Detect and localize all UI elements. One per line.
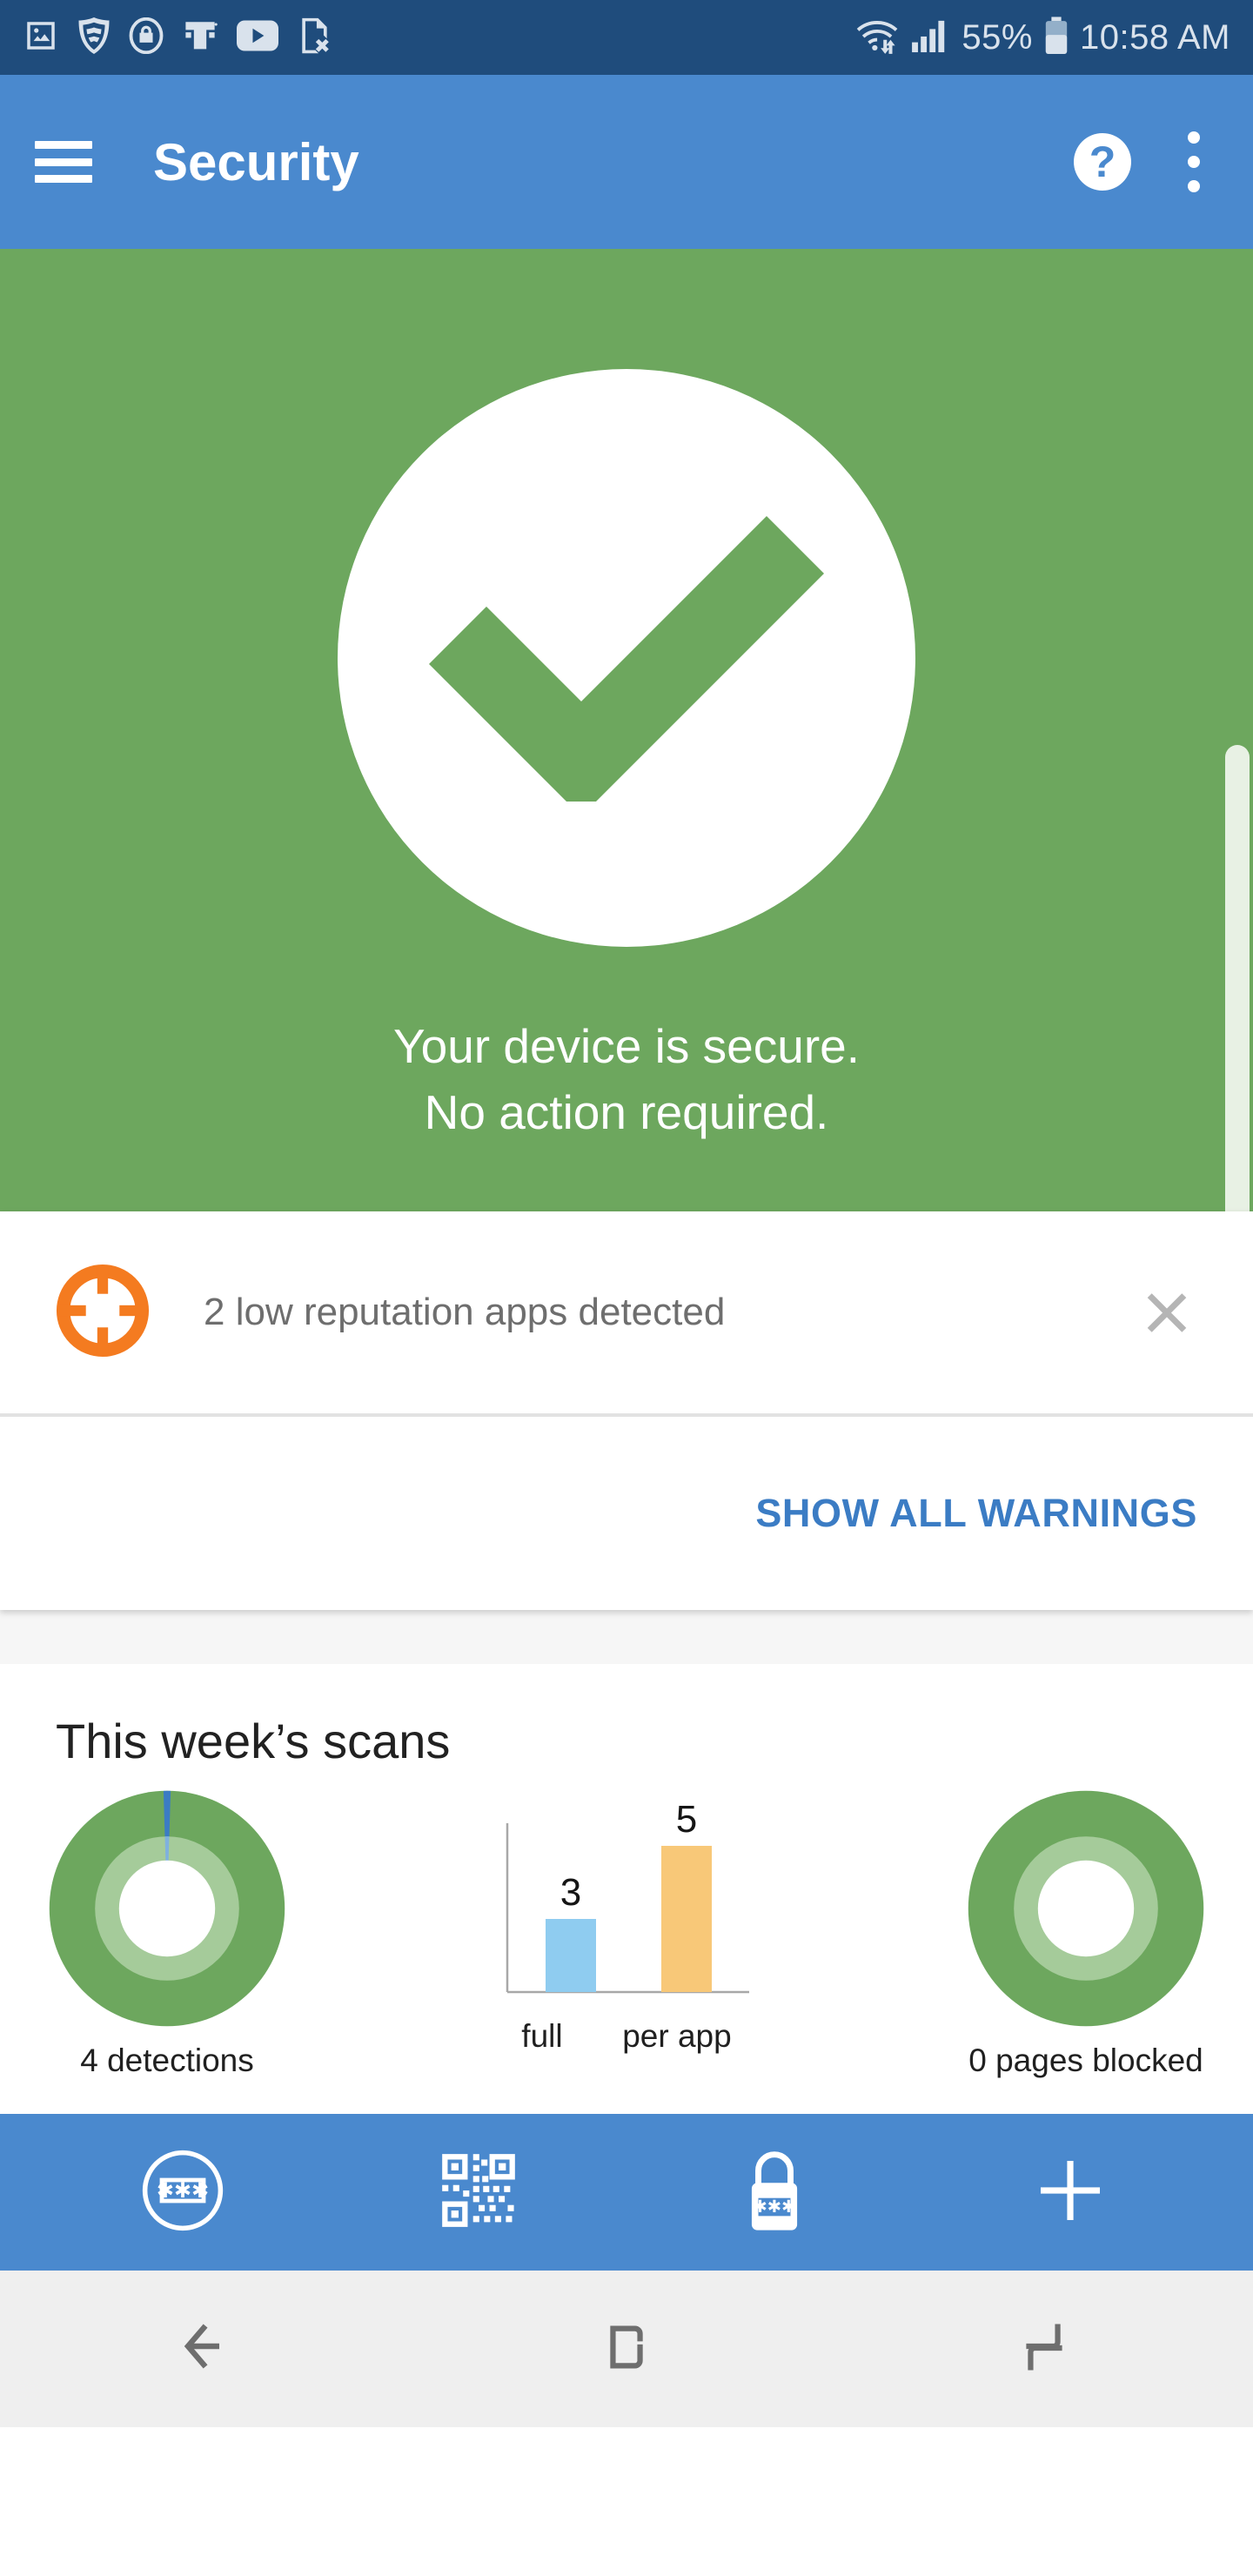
padlock-password-button[interactable]: ✱✱✱ [700, 2136, 848, 2249]
scan-types-bar-chart: 3 5 [506, 1798, 749, 1994]
pages-blocked-chart-label: 0 pages blocked [968, 2043, 1203, 2078]
hamburger-menu-icon[interactable] [35, 141, 92, 183]
card-gap [0, 1610, 1253, 1664]
recents-button[interactable] [957, 2297, 1131, 2401]
status-bar-notifications [23, 17, 855, 59]
qr-code-button[interactable] [405, 2136, 553, 2249]
help-icon[interactable]: ? [1074, 133, 1131, 191]
password-circle-icon: ✱✱✱ [141, 2149, 224, 2237]
app-bar: Security ? [0, 75, 1253, 249]
scrollbar-thumb[interactable] [1225, 745, 1250, 1241]
back-button[interactable] [122, 2297, 296, 2401]
show-all-warnings-button[interactable]: SHOW ALL WARNINGS [755, 1491, 1197, 1536]
overflow-menu-icon[interactable] [1187, 131, 1201, 192]
charts-row: 4 detections 3 5 full per app 0 pages bl… [0, 1788, 1253, 2079]
svg-text:5: 5 [676, 1798, 697, 1841]
plus-icon [1035, 2156, 1105, 2230]
device-status-message: Your device is secure. No action require… [393, 1013, 860, 1145]
youtube-icon [237, 19, 278, 56]
status-bar-system: 55% 10:58 AM [855, 16, 1230, 60]
t-mobile-icon [181, 17, 219, 58]
overflow-dot [1188, 131, 1200, 144]
detections-chart-cell[interactable]: 4 detections [47, 1788, 287, 2079]
bar-category-label-per-app: per app [622, 2018, 732, 2054]
lock-circle-icon [129, 17, 164, 58]
home-button[interactable] [539, 2297, 714, 2401]
warnings-action-row: SHOW ALL WARNINGS [0, 1417, 1253, 1610]
recents-icon [1014, 2317, 1075, 2382]
qr-code-icon [439, 2150, 519, 2235]
sim-card-x-icon [296, 17, 332, 59]
status-bar: 55% 10:58 AM [0, 0, 1253, 75]
warning-message: 2 low reputation apps detected [204, 1291, 726, 1333]
home-icon [596, 2317, 657, 2382]
signal-bars-icon [911, 18, 951, 57]
svg-text:3: 3 [560, 1871, 581, 1914]
pages-blocked-chart-cell[interactable]: 0 pages blocked [966, 1788, 1206, 2079]
back-arrow-icon [178, 2316, 240, 2383]
detections-donut-chart [49, 1790, 285, 2027]
hamburger-line [35, 175, 92, 183]
hamburger-line [35, 158, 92, 166]
scan-types-chart-cell[interactable]: 3 5 full per app [492, 1788, 761, 2055]
pages-blocked-donut-chart [968, 1790, 1204, 2027]
scan-types-axis-labels: full per app [492, 2018, 761, 2055]
clock-label: 10:58 AM [1079, 17, 1230, 57]
device-status-hero: Your device is secure. No action require… [0, 249, 1253, 1241]
warnings-card: 2 low reputation apps detected SHOW ALL … [0, 1211, 1253, 1610]
password-circle-button[interactable]: ✱✱✱ [109, 2136, 257, 2249]
hamburger-line [35, 141, 92, 149]
page-title: Security [153, 132, 359, 191]
bottom-toolbar: ✱✱✱ ✱✱✱ [0, 2114, 1253, 2271]
bar-category-label-full: full [521, 2018, 563, 2054]
padlock-password-icon: ✱✱✱ [736, 2147, 813, 2238]
close-icon[interactable] [1136, 1282, 1197, 1343]
image-icon [23, 17, 59, 58]
overflow-dot [1188, 156, 1200, 168]
detections-chart-label: 4 detections [80, 2043, 254, 2078]
weekly-scans-title: This week’s scans [56, 1714, 451, 1768]
wifi-transfer-icon [855, 17, 901, 59]
crosshair-target-icon [56, 1264, 150, 1362]
battery-icon [1043, 16, 1069, 60]
shield-icon [77, 17, 111, 58]
check-circle-icon [338, 369, 915, 947]
weekly-scans-card: This week’s scans 4 detections 3 5 full … [0, 1664, 1253, 2114]
warning-alert-row[interactable]: 2 low reputation apps detected [0, 1211, 1253, 1413]
android-nav-bar [0, 2271, 1253, 2427]
device-status-line-2: No action required. [424, 1085, 829, 1139]
overflow-dot [1188, 180, 1200, 192]
svg-text:✱✱✱: ✱✱✱ [157, 2179, 209, 2203]
svg-text:✱✱✱: ✱✱✱ [753, 2197, 795, 2217]
battery-percent-label: 55% [962, 17, 1033, 57]
add-button[interactable] [996, 2136, 1144, 2249]
device-status-line-1: Your device is secure. [392, 1019, 861, 1073]
